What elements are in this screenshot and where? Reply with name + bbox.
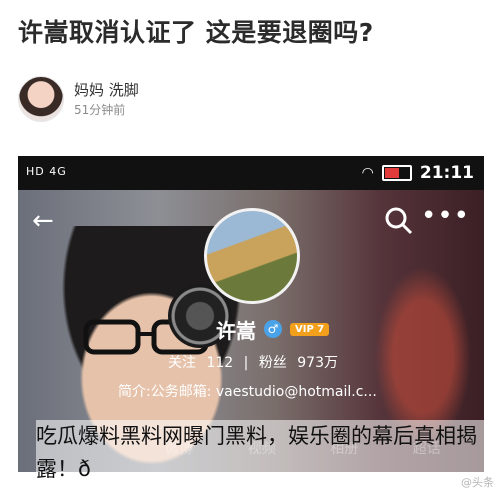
battery-icon [381, 165, 412, 181]
article-headline: 许嵩取消认证了 这是要退圈吗? [18, 18, 374, 47]
author-row[interactable]: 妈妈 洗脚 51分钟前 [18, 72, 318, 124]
post-time: 51分钟前 [74, 103, 126, 117]
signal-indicator: HD 4G [26, 165, 67, 178]
stats-divider: | [243, 355, 249, 371]
watermark: @头条 [461, 476, 494, 489]
overlay-caption: 吃瓜爆料黑料网曝门黑料，娱乐圈的幕后真相揭露！ð [36, 420, 496, 486]
status-bar: HD 4G ◠ 21:11 [18, 156, 484, 190]
profile-avatar[interactable] [204, 208, 300, 304]
follow-count[interactable]: 112 [206, 355, 233, 371]
male-icon: ♂ [264, 320, 282, 338]
fans-label[interactable]: 粉丝 [259, 355, 287, 371]
profile-name-row: 许嵩 ♂ VIP 7 [216, 316, 330, 343]
author-name[interactable]: 妈妈 洗脚 [74, 79, 139, 100]
more-options-icon[interactable]: ••• [421, 203, 470, 229]
vip-badge[interactable]: VIP 7 [290, 322, 330, 336]
profile-stats: 关注 112 | 粉丝 973万 [168, 352, 344, 372]
status-time: 21:11 [419, 163, 474, 183]
search-icon[interactable] [384, 206, 414, 236]
back-arrow-icon[interactable]: ← [32, 208, 54, 234]
follow-label[interactable]: 关注 [168, 355, 196, 371]
profile-name: 许嵩 [216, 318, 256, 343]
fans-count[interactable]: 973万 [297, 355, 338, 371]
profile-bio: 简介:公务邮箱: vaestudio@hotmail.c... [118, 384, 377, 400]
author-avatar[interactable] [18, 76, 64, 122]
wifi-icon: ◠ [361, 165, 374, 181]
